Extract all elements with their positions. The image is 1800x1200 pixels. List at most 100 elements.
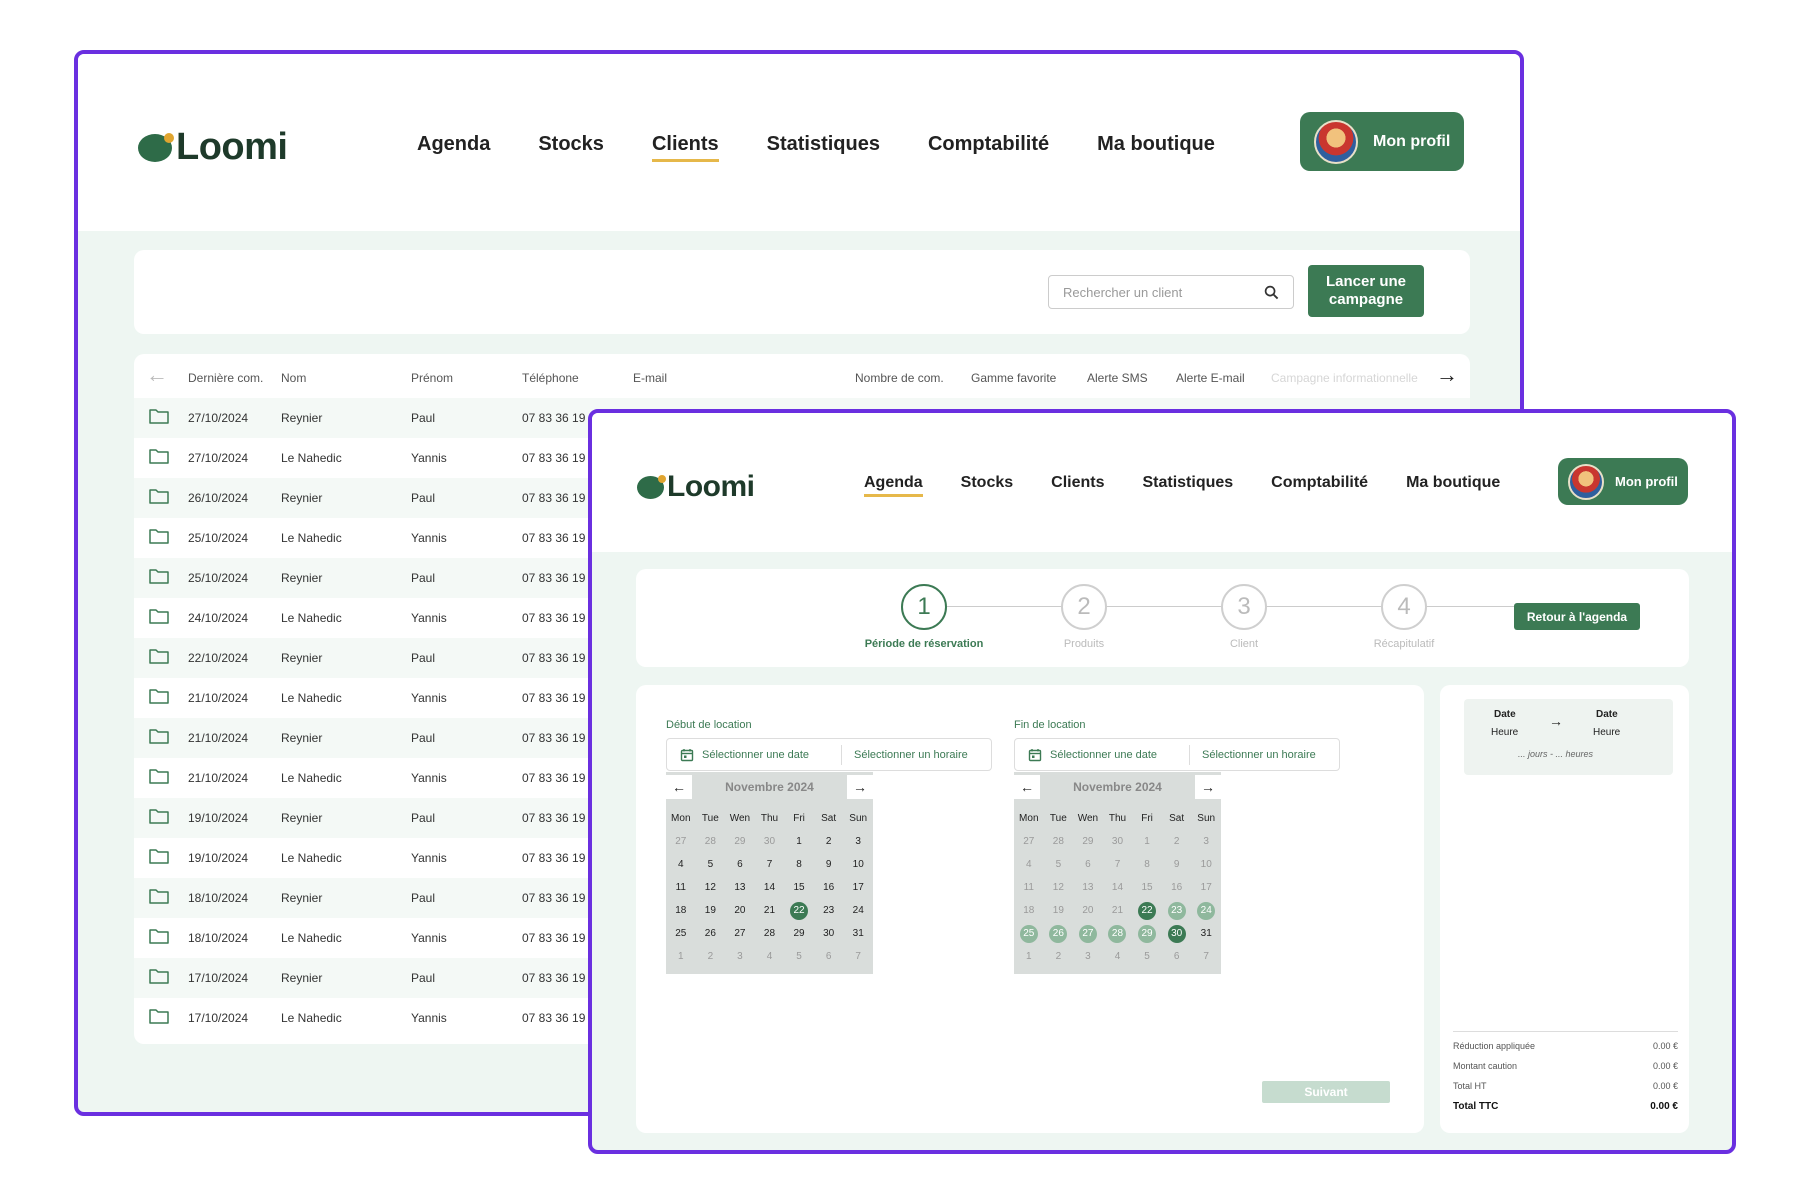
calendar-day[interactable]: 23 — [814, 899, 844, 922]
nav-statistiques[interactable]: Statistiques — [767, 133, 880, 162]
folder-icon[interactable] — [149, 448, 169, 464]
calendar-day[interactable]: 28 — [755, 922, 785, 945]
folder-icon[interactable] — [149, 608, 169, 624]
calendar-day[interactable]: 29 — [784, 922, 814, 945]
folder-icon[interactable] — [149, 488, 169, 504]
calendar-day[interactable]: 12 — [696, 876, 726, 899]
calendar-day[interactable]: 7 — [755, 853, 785, 876]
calendar-day[interactable]: 26 — [1044, 922, 1074, 945]
calendar-day[interactable]: 5 — [1044, 853, 1074, 876]
calendar-day[interactable]: 3 — [1073, 945, 1103, 968]
calendar-day[interactable]: 22 — [1132, 899, 1162, 922]
col-email[interactable]: E-mail — [633, 371, 667, 385]
profile-button[interactable]: Mon profil — [1558, 458, 1688, 505]
calendar-day[interactable]: 14 — [1103, 876, 1133, 899]
col-order-count[interactable]: Nombre de com. — [855, 371, 944, 385]
search-box[interactable] — [1048, 275, 1294, 309]
folder-icon[interactable] — [149, 1008, 169, 1024]
step-products[interactable]: 2 Produits — [1009, 584, 1159, 650]
folder-icon[interactable] — [149, 568, 169, 584]
calendar-day[interactable]: 25 — [666, 922, 696, 945]
calendar-day[interactable]: 22 — [784, 899, 814, 922]
search-input[interactable] — [1063, 284, 1264, 300]
nav-agenda[interactable]: Agenda — [864, 474, 923, 497]
folder-icon[interactable] — [149, 848, 169, 864]
search-icon[interactable] — [1264, 285, 1279, 300]
calendar-day[interactable]: 7 — [843, 945, 873, 968]
calendar-day[interactable]: 27 — [725, 922, 755, 945]
start-date-field[interactable]: Sélectionner une date — [667, 744, 842, 765]
calendar-day[interactable]: 27 — [1073, 922, 1103, 945]
calendar-day[interactable]: 28 — [696, 830, 726, 853]
calendar-day[interactable]: 11 — [1014, 876, 1044, 899]
col-favorite-range[interactable]: Gamme favorite — [971, 371, 1056, 385]
col-telephone[interactable]: Téléphone — [522, 371, 579, 385]
calendar-day[interactable]: 20 — [1073, 899, 1103, 922]
calendar-day[interactable]: 17 — [843, 876, 873, 899]
end-date-field[interactable]: Sélectionner une date — [1015, 744, 1190, 765]
next-button[interactable]: Suivant — [1262, 1081, 1390, 1103]
back-to-agenda-button[interactable]: Retour à l'agenda — [1514, 603, 1640, 630]
calendar-day[interactable]: 1 — [1132, 830, 1162, 853]
calendar-day[interactable]: 5 — [784, 945, 814, 968]
calendar-day[interactable]: 28 — [1044, 830, 1074, 853]
nav-clients[interactable]: Clients — [1051, 474, 1104, 497]
col-info-campaign[interactable]: Campagne informationnelle — [1271, 371, 1418, 385]
calendar-day[interactable]: 8 — [784, 853, 814, 876]
calendar-day[interactable]: 13 — [1073, 876, 1103, 899]
calendar-day[interactable]: 12 — [1044, 876, 1074, 899]
col-last-order[interactable]: Dernière com. — [188, 371, 263, 385]
calendar-day[interactable]: 8 — [1132, 853, 1162, 876]
profile-button[interactable]: Mon profil — [1300, 112, 1464, 171]
nav-stocks[interactable]: Stocks — [538, 133, 604, 162]
calendar-day[interactable]: 1 — [784, 830, 814, 853]
calendar-day[interactable]: 16 — [1162, 876, 1192, 899]
calendar-day[interactable]: 18 — [666, 899, 696, 922]
calendar-day[interactable]: 30 — [814, 922, 844, 945]
calendar-day[interactable]: 29 — [1132, 922, 1162, 945]
end-time-field[interactable]: Sélectionner un horaire — [1190, 749, 1328, 761]
calendar-day[interactable]: 2 — [814, 830, 844, 853]
calendar-day[interactable]: 2 — [1044, 945, 1074, 968]
calendar-day[interactable]: 5 — [696, 853, 726, 876]
calendar-day[interactable]: 10 — [1191, 853, 1221, 876]
nav-clients[interactable]: Clients — [651, 133, 719, 162]
calendar-day[interactable]: 26 — [696, 922, 726, 945]
folder-icon[interactable] — [149, 808, 169, 824]
calendar-day[interactable]: 24 — [1191, 899, 1221, 922]
folder-icon[interactable] — [149, 928, 169, 944]
calendar-day[interactable]: 29 — [725, 830, 755, 853]
prev-month-arrow-icon[interactable]: ← — [666, 775, 692, 799]
calendar-day[interactable]: 30 — [755, 830, 785, 853]
calendar-day[interactable]: 7 — [1191, 945, 1221, 968]
nav-comptabilite[interactable]: Comptabilité — [1271, 474, 1368, 497]
calendar-day[interactable]: 21 — [755, 899, 785, 922]
calendar-day[interactable]: 6 — [1162, 945, 1192, 968]
calendar-day[interactable]: 24 — [843, 899, 873, 922]
calendar-day[interactable]: 14 — [755, 876, 785, 899]
folder-icon[interactable] — [149, 768, 169, 784]
folder-icon[interactable] — [149, 968, 169, 984]
calendar-day[interactable]: 3 — [1191, 830, 1221, 853]
calendar-day[interactable]: 31 — [1191, 922, 1221, 945]
calendar-day[interactable]: 9 — [1162, 853, 1192, 876]
calendar-day[interactable]: 6 — [814, 945, 844, 968]
calendar-day[interactable]: 4 — [1103, 945, 1133, 968]
logo[interactable]: Loomi — [637, 470, 755, 504]
folder-icon[interactable] — [149, 528, 169, 544]
next-month-arrow-icon[interactable]: → — [1195, 775, 1221, 799]
step-reservation-period[interactable]: 1 Période de réservation — [849, 584, 999, 650]
step-recap[interactable]: 4 Récapitulatif — [1329, 584, 1479, 650]
calendar-day[interactable]: 17 — [1191, 876, 1221, 899]
folder-icon[interactable] — [149, 648, 169, 664]
calendar-day[interactable]: 6 — [725, 853, 755, 876]
scroll-right-arrow-icon[interactable]: → — [1436, 364, 1458, 386]
scroll-left-arrow-icon[interactable]: ← — [146, 364, 168, 386]
calendar-day[interactable]: 16 — [814, 876, 844, 899]
col-email-alert[interactable]: Alerte E-mail — [1176, 371, 1245, 385]
calendar-day[interactable]: 31 — [843, 922, 873, 945]
calendar-day[interactable]: 4 — [755, 945, 785, 968]
calendar-day[interactable]: 20 — [725, 899, 755, 922]
calendar-day[interactable]: 4 — [1014, 853, 1044, 876]
calendar-day[interactable]: 18 — [1014, 899, 1044, 922]
